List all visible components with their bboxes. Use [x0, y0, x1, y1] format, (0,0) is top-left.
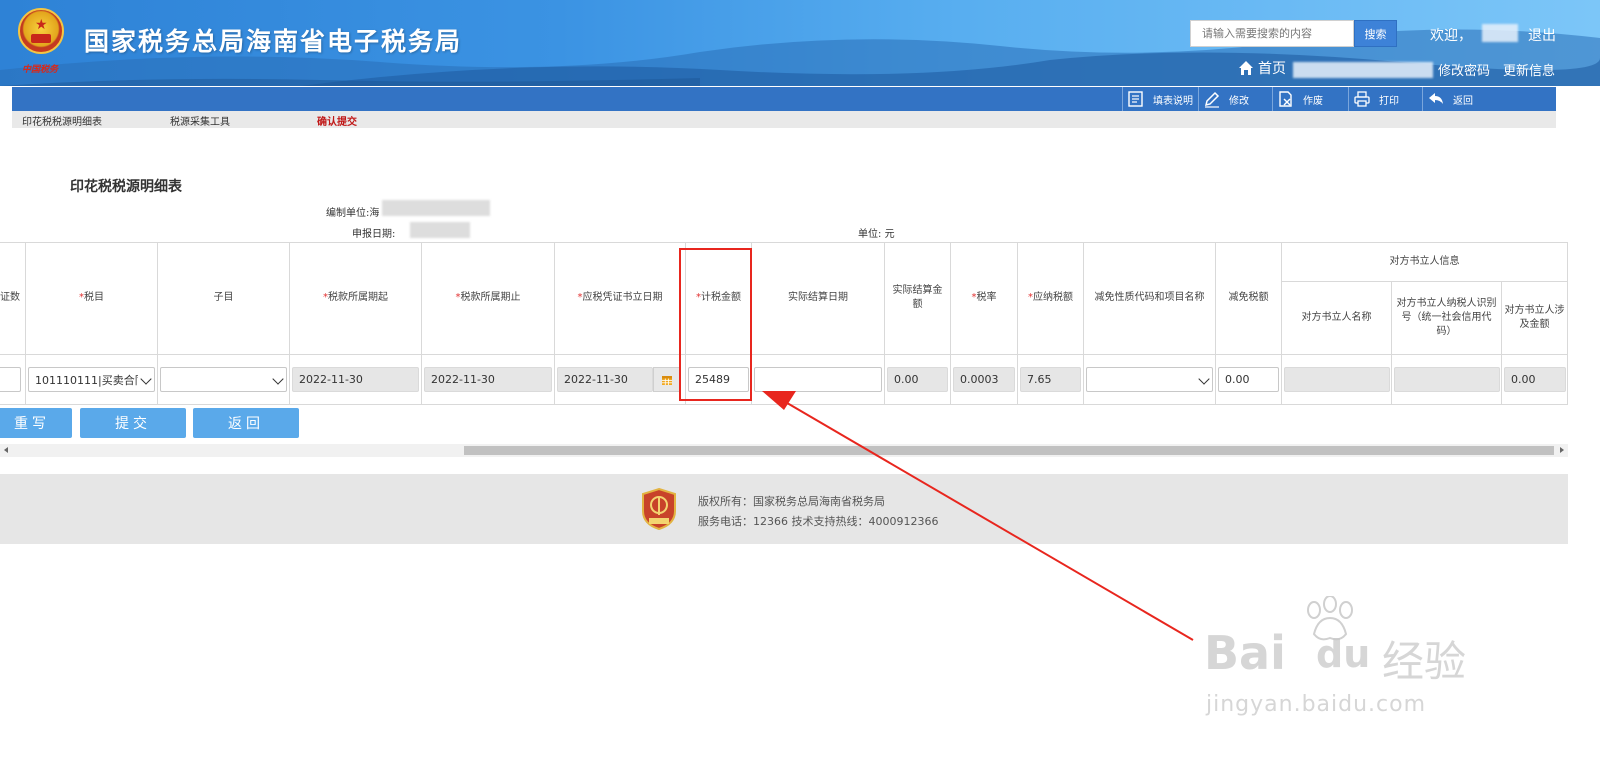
watermark-brand-du: du	[1316, 632, 1371, 676]
col-voucher-date: * 应税凭证书立日期	[555, 242, 686, 355]
col-cp-amount: 对方书立人涉及金额	[1502, 282, 1568, 355]
toolbar-instructions-label: 填表说明	[1153, 95, 1193, 107]
col-settle-amount: 实际结算金额	[885, 242, 951, 355]
col-relief-code: 减免性质代码和项目名称	[1084, 242, 1216, 355]
unit-label: 单位: 元	[858, 229, 895, 240]
cp-name-input[interactable]	[1284, 367, 1390, 392]
toolbar-back-label: 返回	[1453, 95, 1473, 107]
period-start-input[interactable]: 2022-11-30	[292, 367, 419, 392]
col-tax-payable: * 应纳税额	[1018, 242, 1084, 355]
col-cp-name: 对方书立人名称	[1282, 282, 1392, 355]
baidu-jingyan-watermark: Bai du 经验 jingyan.baidu.com	[1204, 596, 1494, 726]
pencil-icon	[1204, 91, 1220, 108]
col-sub-item: 子目	[158, 242, 290, 355]
document-icon	[1128, 91, 1143, 107]
tax-item-value: 101110111|买卖合同	[35, 373, 138, 387]
printer-icon	[1354, 91, 1370, 107]
toolbar-print-label: 打印	[1379, 95, 1399, 107]
toolbar-print-button[interactable]: 打印	[1348, 87, 1422, 111]
chevron-down-icon	[140, 373, 152, 385]
col-cp-taxid: 对方书立人纳税人识别号（统一社会信用代码）	[1392, 282, 1502, 355]
calendar-button[interactable]	[653, 367, 681, 392]
settle-amount-input[interactable]: 0.00	[887, 367, 948, 392]
home-link[interactable]: 首页	[1238, 58, 1286, 78]
tab-confirm-submit[interactable]: 确认提交	[317, 113, 357, 128]
step-tabs: 印花税税源明细表 税源采集工具 确认提交	[12, 111, 1556, 128]
settle-date-input[interactable]	[754, 367, 882, 392]
emblem-caption: 中国税务	[22, 65, 59, 75]
toolbar: 填表说明 修改 作废 打印 返回	[12, 87, 1556, 111]
form-title: 印花税税源明细表	[70, 179, 182, 195]
toolbar-edit-label: 修改	[1229, 95, 1249, 107]
relief-code-select[interactable]	[1086, 367, 1213, 392]
back-arrow-icon	[1429, 93, 1443, 104]
sub-item-select[interactable]	[160, 367, 287, 392]
toolbar-instructions-button[interactable]: 填表说明	[1122, 87, 1198, 111]
page-footer: 版权所有：国家税务总局海南省税务局 服务电话：12366 技术支持热线：4000…	[0, 474, 1568, 544]
submit-button[interactable]: 提交	[80, 408, 186, 438]
watermark-jingyan: 经验	[1382, 637, 1467, 686]
footer-service-phone: 服务电话：12366 技术支持热线：4000912366	[698, 515, 939, 528]
col-relief-amount: 减免税额	[1216, 242, 1282, 355]
voucher-date-input[interactable]: 2022-11-30	[557, 367, 653, 392]
logout-link[interactable]: 退出	[1528, 25, 1556, 45]
redacted-date	[410, 222, 470, 238]
search-input[interactable]: 请输入需要搜索的内容	[1190, 20, 1354, 47]
col-period-start: * 税款所属期起	[290, 242, 422, 355]
cert-count-input[interactable]	[0, 367, 21, 392]
period-end-input[interactable]: 2022-11-30	[424, 367, 552, 392]
relief-amount-input[interactable]: 0.00	[1218, 367, 1279, 392]
change-password-link[interactable]: 修改密码	[1438, 60, 1490, 79]
tax-payable-input[interactable]: 7.65	[1020, 367, 1081, 392]
tab-tax-source-tool[interactable]: 税源采集工具	[170, 113, 230, 128]
home-icon	[1239, 61, 1253, 75]
date-label: 申报日期:	[352, 229, 396, 240]
site-title: 国家税务总局海南省电子税务局	[84, 27, 463, 56]
watermark-url: jingyan.baidu.com	[1206, 692, 1427, 717]
toolbar-back-button[interactable]: 返回	[1422, 87, 1502, 111]
cp-amount-input[interactable]: 0.00	[1504, 367, 1566, 392]
tax-source-table: 证数 * 税目 子目 * 税款所属期起 * 税款所属期止 * 应税凭证书立日期 * 计税金…	[0, 242, 1568, 405]
tax-shield-logo-icon	[642, 487, 676, 531]
col-settle-date: 实际结算日期	[752, 242, 885, 355]
redacted-username	[1482, 24, 1518, 42]
reset-button[interactable]: 重写	[0, 408, 72, 438]
update-info-link[interactable]: 更新信息	[1503, 60, 1555, 79]
calendar-icon	[662, 375, 672, 385]
welcome-text: 欢迎，	[1430, 28, 1472, 44]
scroll-right-arrow-icon[interactable]	[1560, 447, 1564, 453]
col-tax-rate: * 税率	[951, 242, 1018, 355]
chevron-down-icon	[272, 373, 284, 385]
scrollbar-thumb[interactable]	[464, 446, 1554, 455]
redacted-compiler	[382, 200, 490, 216]
footer-copyright: 版权所有：国家税务总局海南省税务局	[698, 495, 885, 508]
redacted-company	[1293, 62, 1433, 78]
toolbar-edit-button[interactable]: 修改	[1198, 87, 1272, 111]
compiler-label: 编制单位:海	[326, 208, 380, 219]
back-button[interactable]: 返回	[193, 408, 299, 438]
col-counterparty-group: 对方书立人信息	[1282, 242, 1568, 282]
tax-item-select[interactable]: 101110111|买卖合同	[28, 367, 155, 392]
scroll-left-arrow-icon[interactable]	[4, 447, 8, 453]
annotation-highlight-box	[679, 248, 752, 401]
home-label: 首页	[1258, 61, 1286, 77]
site-header: ★ 中国税务 国家税务总局海南省电子税务局 请输入需要搜索的内容 搜索 欢迎， …	[0, 0, 1600, 86]
national-emblem-icon: ★	[18, 8, 64, 54]
cp-taxid-input[interactable]	[1394, 367, 1500, 392]
tab-stamp-tax-detail[interactable]: 印花税税源明细表	[22, 113, 102, 128]
horizontal-scrollbar[interactable]	[0, 444, 1568, 457]
void-document-icon	[1279, 91, 1292, 107]
col-cert-count: 证数	[0, 242, 26, 355]
col-tax-item: * 税目	[26, 242, 158, 355]
toolbar-void-button[interactable]: 作废	[1272, 87, 1348, 111]
tax-rate-input[interactable]: 0.0003	[953, 367, 1015, 392]
toolbar-void-label: 作废	[1303, 95, 1323, 107]
search-button[interactable]: 搜索	[1354, 20, 1397, 47]
chevron-down-icon	[1198, 373, 1210, 385]
col-period-end: * 税款所属期止	[422, 242, 555, 355]
watermark-brand: Bai	[1204, 626, 1286, 680]
